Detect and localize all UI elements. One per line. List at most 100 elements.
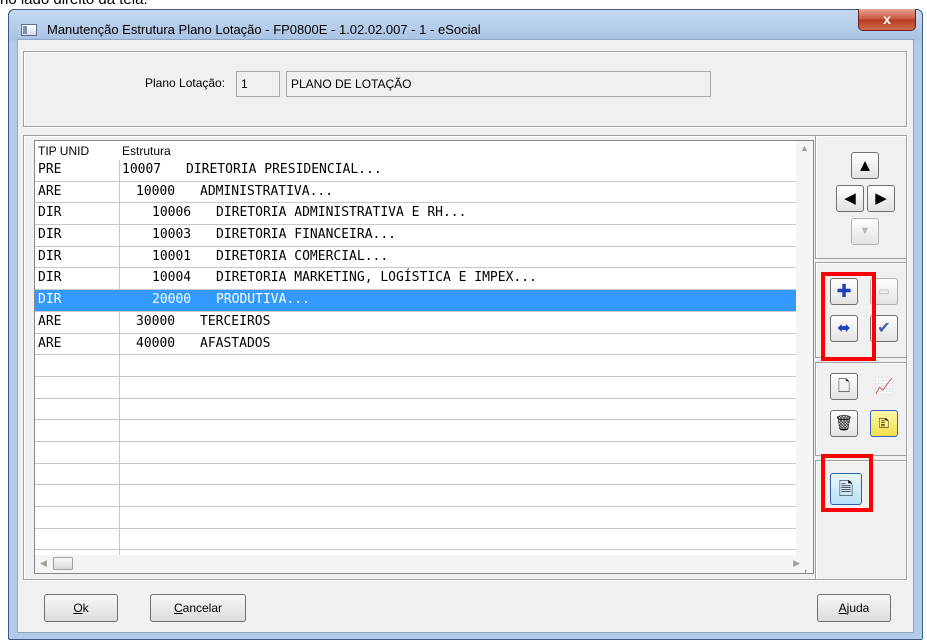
cell-estrutura-description: TERCEIROS: [200, 313, 271, 329]
table-row[interactable]: [35, 376, 805, 399]
ok-button[interactable]: Ok: [44, 594, 118, 622]
column-divider: [119, 398, 120, 420]
dialog-client-area: Plano Lotação: 1 PLANO DE LOTAÇÃO TIP UN…: [17, 39, 914, 633]
table-row[interactable]: [35, 485, 805, 507]
table-row[interactable]: [35, 441, 805, 464]
plano-name-field: PLANO DE LOTAÇÃO: [286, 71, 711, 97]
column-divider: [119, 160, 120, 181]
table-row[interactable]: DIR 20000 PRODUTIVA...: [35, 290, 805, 312]
cell-tip-unid: PRE: [38, 162, 62, 177]
close-button[interactable]: x: [858, 9, 916, 31]
table-row[interactable]: [35, 507, 805, 529]
scroll-left-arrow-icon[interactable]: ◀: [40, 558, 47, 569]
cell-tip-unid: DIR: [38, 227, 62, 243]
column-divider: [119, 463, 120, 485]
cell-estrutura-code: 40000: [136, 335, 176, 351]
arrow-left-icon: ◀: [844, 190, 856, 207]
delete-button[interactable]: 🗑: [830, 410, 858, 437]
cancel-accelerator: C: [173, 601, 183, 615]
column-divider: [119, 268, 120, 290]
column-divider: [119, 181, 120, 203]
chart-icon: 📈: [874, 378, 894, 395]
help-accelerator: A: [838, 601, 847, 615]
grid-header: TIP UNID Estrutura: [35, 141, 805, 160]
cell-tip-unid: DIR: [38, 270, 62, 286]
horizontal-scrollbar[interactable]: ◀ ▶: [35, 555, 805, 573]
help-label: juda: [846, 601, 870, 615]
column-divider: [119, 485, 120, 506]
arrow-right-icon: ▶: [875, 190, 887, 207]
trash-icon: 🗑: [834, 415, 854, 432]
window-icon: [21, 24, 37, 36]
column-divider: [119, 203, 120, 225]
ok-label: k: [82, 601, 89, 615]
cell-estrutura-description: DIRETORIA COMERCIAL...: [216, 248, 389, 264]
chart-button[interactable]: 📈: [870, 373, 898, 400]
column-divider: [119, 441, 120, 463]
column-divider: [119, 355, 120, 376]
move-right-button[interactable]: ▶: [867, 185, 895, 212]
cell-estrutura-description: ADMINISTRATIVA...: [200, 183, 334, 199]
grid-rows: PRE 10007 DIRETORIA PRESIDENCIAL... ARE 1000…: [35, 160, 805, 573]
table-row[interactable]: ARE 40000 AFASTADOS: [35, 333, 805, 356]
document-panel: 🗋 📈 🗑 🗈: [815, 362, 907, 456]
cell-estrutura-code: 10004: [152, 270, 192, 286]
dialog-window: Manutenção Estrutura Plano Lotação - FP0…: [8, 9, 923, 640]
column-divider: [119, 246, 120, 268]
table-row[interactable]: ARE 10000 ADMINISTRATIVA...: [35, 181, 805, 204]
table-row[interactable]: [35, 420, 805, 442]
scroll-up-arrow-icon[interactable]: ▲: [800, 143, 809, 153]
table-row[interactable]: PRE 10007 DIRETORIA PRESIDENCIAL...: [35, 160, 805, 182]
arrow-down-icon: ▼: [859, 225, 871, 237]
cancel-button[interactable]: Cancelar: [150, 594, 246, 622]
navigation-panel: ▲ ◀ ▶ ▼: [815, 135, 907, 259]
column-header-estrutura[interactable]: Estrutura: [122, 144, 171, 158]
table-row[interactable]: DIR 10006 DIRETORIA ADMINISTRATIVA E RH...: [35, 203, 805, 226]
scroll-right-arrow-icon[interactable]: ▶: [793, 558, 800, 569]
cell-estrutura-code: 30000: [136, 313, 176, 329]
cell-estrutura-description: DIRETORIA ADMINISTRATIVA E RH...: [216, 205, 467, 221]
column-header-tip-unid[interactable]: TIP UNID: [38, 144, 89, 158]
table-row[interactable]: [35, 398, 805, 421]
column-divider: [119, 333, 120, 355]
cell-estrutura-code: 10000: [136, 183, 176, 199]
cell-tip-unid: ARE: [38, 335, 62, 351]
cell-tip-unid: DIR: [38, 292, 62, 308]
move-up-button[interactable]: ▲: [851, 152, 879, 179]
ok-accelerator: O: [73, 601, 83, 615]
table-row[interactable]: ARE 30000 TERCEIROS: [35, 311, 805, 334]
highlight-add-buttons: [821, 272, 876, 361]
table-row[interactable]: DIR 10004 DIRETORIA MARKETING, LOGÍSTICA E…: [35, 268, 805, 291]
vertical-scrollbar[interactable]: ▲ ▼: [796, 141, 813, 573]
column-divider: [119, 290, 120, 311]
note-button[interactable]: 🗈: [870, 410, 898, 437]
cell-estrutura-code: 10007: [122, 162, 162, 177]
window-title: Manutenção Estrutura Plano Lotação - FP0…: [47, 22, 481, 37]
plano-label: Plano Lotação:: [145, 76, 226, 90]
check-icon: ✔: [877, 320, 891, 337]
cancel-label: ancelar: [182, 601, 223, 615]
move-left-button[interactable]: ◀: [836, 185, 864, 212]
plano-code-field[interactable]: 1: [236, 71, 280, 97]
help-button[interactable]: Ajuda: [817, 594, 891, 622]
cell-tip-unid: ARE: [38, 313, 62, 329]
table-row[interactable]: DIR 10003 DIRETORIA FINANCEIRA...: [35, 225, 805, 247]
table-row[interactable]: [35, 463, 805, 486]
column-divider: [119, 420, 120, 441]
structure-grid[interactable]: TIP UNID Estrutura PRE 10007 DIRETORIA PRE…: [34, 140, 814, 574]
new-document-icon: 🗋: [837, 378, 851, 395]
move-down-button[interactable]: ▼: [851, 218, 879, 245]
instruction-caption: no lado direito da tela.: [0, 0, 148, 8]
table-row[interactable]: DIR 10001 DIRETORIA COMERCIAL...: [35, 246, 805, 269]
horizontal-scroll-thumb[interactable]: [53, 557, 73, 570]
table-row[interactable]: [35, 528, 805, 551]
cell-tip-unid: DIR: [38, 248, 62, 264]
highlight-page-button: [821, 454, 873, 512]
new-document-button[interactable]: 🗋: [830, 373, 858, 400]
cell-estrutura-code: 10006: [152, 205, 192, 221]
table-row[interactable]: [35, 355, 805, 377]
note-icon: 🗈: [878, 415, 890, 432]
cell-tip-unid: ARE: [38, 183, 62, 199]
cell-estrutura-code: 20000: [152, 292, 192, 308]
column-divider: [119, 507, 120, 528]
